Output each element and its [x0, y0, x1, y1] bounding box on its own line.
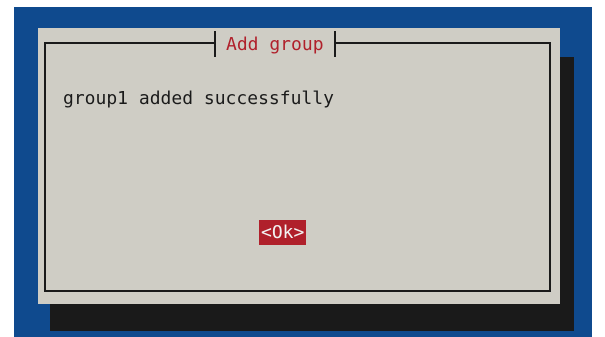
- add-group-dialog: Add group group1 added successfully <Ok>: [38, 28, 560, 304]
- dialog-border: [44, 42, 551, 292]
- dialog-message: group1 added successfully: [63, 88, 334, 109]
- ok-button[interactable]: <Ok>: [259, 220, 307, 245]
- dialog-title-box: Add group: [214, 31, 336, 57]
- dialog-title: Add group: [226, 33, 324, 55]
